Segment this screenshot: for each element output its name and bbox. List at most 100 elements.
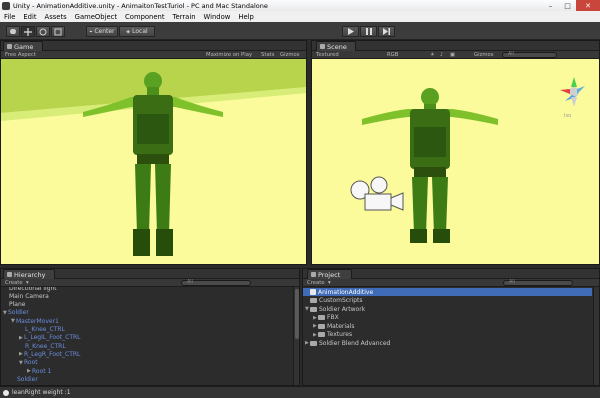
game-gizmos-toggle[interactable]: Gizmos — [280, 52, 300, 58]
play-button[interactable] — [342, 26, 359, 37]
menu-help[interactable]: Help — [234, 13, 258, 21]
project-search-input[interactable]: All — [503, 280, 573, 286]
game-render — [1, 59, 306, 256]
game-tabstrip: Game — [1, 41, 306, 51]
hierarchy-scroll-thumb[interactable] — [295, 289, 299, 339]
hierarchy-item[interactable]: Soldier — [1, 375, 299, 383]
render-mode-dropdown[interactable]: Textured — [316, 52, 339, 58]
hierarchy-item[interactable]: Directional light — [1, 287, 299, 292]
project-item-label: AnimationAdditive — [318, 288, 374, 296]
pivot-label: Center — [94, 28, 115, 35]
project-tabstrip: Project — [303, 269, 599, 279]
project-item[interactable]: ▶ Soldier Blend Advanced — [303, 339, 592, 347]
folder-icon — [310, 298, 317, 303]
scene-gizmos-dropdown[interactable]: Gizmos — [474, 52, 494, 58]
scene-icon — [320, 44, 325, 49]
hierarchy-search-input[interactable]: All — [181, 280, 251, 286]
hierarchy-item-label: Main Camera — [9, 292, 49, 300]
project-item[interactable]: CustomScripts — [303, 297, 592, 305]
scene-soldier-model — [362, 88, 498, 243]
hierarchy-create-dropdown[interactable]: Create — [5, 280, 23, 286]
rotate-tool-button[interactable] — [36, 26, 50, 37]
project-scrollbar[interactable] — [593, 287, 599, 385]
rotate-icon — [39, 28, 47, 35]
close-button[interactable]: ✕ — [576, 0, 600, 11]
space-label: Local — [132, 28, 148, 35]
hierarchy-item[interactable]: ▶ L_LegIL_Foot_CTRL — [1, 334, 299, 342]
hand-tool-button[interactable] — [6, 26, 20, 37]
pivot-toggle[interactable]: ⌖ Center — [86, 26, 118, 37]
hierarchy-item-label: R_Knee_CTRL — [25, 342, 66, 350]
scene-audio-icon[interactable]: ♪ — [440, 52, 443, 58]
scene-render: Iso — [350, 77, 585, 243]
menu-assets[interactable]: Assets — [41, 13, 71, 21]
hierarchy-item-label: R_LegR_Foot_CTRL — [24, 350, 81, 358]
play-icon — [347, 28, 354, 35]
step-icon — [383, 28, 390, 35]
hierarchy-scrollbar[interactable] — [293, 287, 299, 385]
scale-tool-button[interactable] — [51, 26, 65, 37]
project-item-label: CustomScripts — [319, 297, 363, 304]
project-item-label: FBX — [327, 314, 339, 321]
scene-effects-icon[interactable]: ▣ — [450, 52, 455, 58]
project-item[interactable]: ▶ FBX — [303, 314, 592, 322]
hierarchy-item[interactable]: Main Camera — [1, 292, 299, 300]
project-item-label: Textures — [327, 331, 353, 338]
hierarchy-item[interactable]: Plane — [1, 301, 299, 309]
game-viewport[interactable] — [1, 59, 306, 264]
space-toggle[interactable]: ◈ Local — [119, 26, 155, 37]
hierarchy-item[interactable]: L_Knee_CTRL — [1, 326, 299, 334]
unity-app-icon — [2, 1, 10, 10]
hierarchy-item-label: Soldier — [17, 375, 38, 383]
scene-controlbar: Textured RGB ☀ ♪ ▣ Gizmos All — [312, 51, 599, 59]
move-icon — [24, 27, 32, 36]
aspect-dropdown[interactable]: Free Aspect — [5, 52, 36, 58]
project-create-dropdown[interactable]: Create — [307, 280, 325, 286]
maximize-button[interactable]: □ — [559, 0, 576, 11]
hierarchy-item[interactable]: R_Knee_CTRL — [1, 342, 299, 350]
hierarchy-icon — [7, 272, 12, 277]
game-panel: Game Free Aspect Maximize on Play Stats … — [0, 40, 307, 265]
project-item[interactable]: ▶ Materials — [303, 322, 592, 330]
move-tool-button[interactable] — [21, 26, 35, 37]
tab-project-label: Project — [318, 270, 341, 279]
menu-bar: File Edit Assets GameObject Component Te… — [0, 11, 600, 22]
info-icon — [3, 389, 9, 396]
camera-gizmo-icon[interactable] — [350, 176, 404, 211]
tab-game-label: Game — [14, 42, 34, 51]
minimize-button[interactable]: – — [542, 0, 559, 11]
tab-game[interactable]: Game — [3, 41, 43, 51]
stats-toggle[interactable]: Stats — [261, 52, 275, 58]
hierarchy-item-label: Soldier — [8, 309, 29, 317]
tab-scene[interactable]: Scene — [316, 41, 356, 51]
menu-terrain[interactable]: Terrain — [169, 13, 200, 21]
hierarchy-item[interactable]: ▼ Soldier — [1, 309, 299, 317]
project-item[interactable]: ▼ Soldier Artwork — [303, 305, 592, 313]
hierarchy-item[interactable]: ▶ Root 1 — [1, 367, 299, 375]
menu-gameobject[interactable]: GameObject — [71, 13, 121, 21]
menu-component[interactable]: Component — [121, 13, 168, 21]
orientation-gizmo[interactable] — [560, 77, 585, 107]
scene-tabstrip: Scene — [312, 41, 599, 51]
project-item[interactable]: AnimationAdditive — [303, 288, 592, 296]
color-mode-dropdown[interactable]: RGB — [387, 52, 398, 58]
chevron-down-icon: ▾ — [328, 280, 331, 286]
scene-search-input[interactable]: All — [502, 52, 557, 58]
scene-viewport[interactable]: Iso — [312, 59, 599, 264]
menu-edit[interactable]: Edit — [19, 13, 40, 21]
hierarchy-item[interactable]: ▼ MasterMover1 — [1, 317, 299, 325]
scene-lighting-icon[interactable]: ☀ — [430, 52, 435, 58]
hierarchy-item[interactable]: ▼ Root — [1, 359, 299, 367]
tab-hierarchy[interactable]: Hierarchy — [3, 269, 55, 279]
scene-panel: Scene Textured RGB ☀ ♪ ▣ Gizmos All Iso — [311, 40, 600, 265]
hierarchy-item[interactable]: ▶ R_LegR_Foot_CTRL — [1, 350, 299, 358]
status-bar: leanRight weight :1 — [0, 386, 600, 398]
project-item[interactable]: ▶ Textures — [303, 331, 592, 339]
pause-button[interactable] — [360, 26, 377, 37]
menu-file[interactable]: File — [0, 13, 19, 21]
step-button[interactable] — [378, 26, 395, 37]
menu-window[interactable]: Window — [200, 13, 235, 21]
title-bar: Unity - AnimationAdditive.unity - Animai… — [0, 0, 600, 11]
maximize-on-play-toggle[interactable]: Maximize on Play — [206, 52, 252, 58]
tab-project[interactable]: Project — [307, 269, 352, 279]
